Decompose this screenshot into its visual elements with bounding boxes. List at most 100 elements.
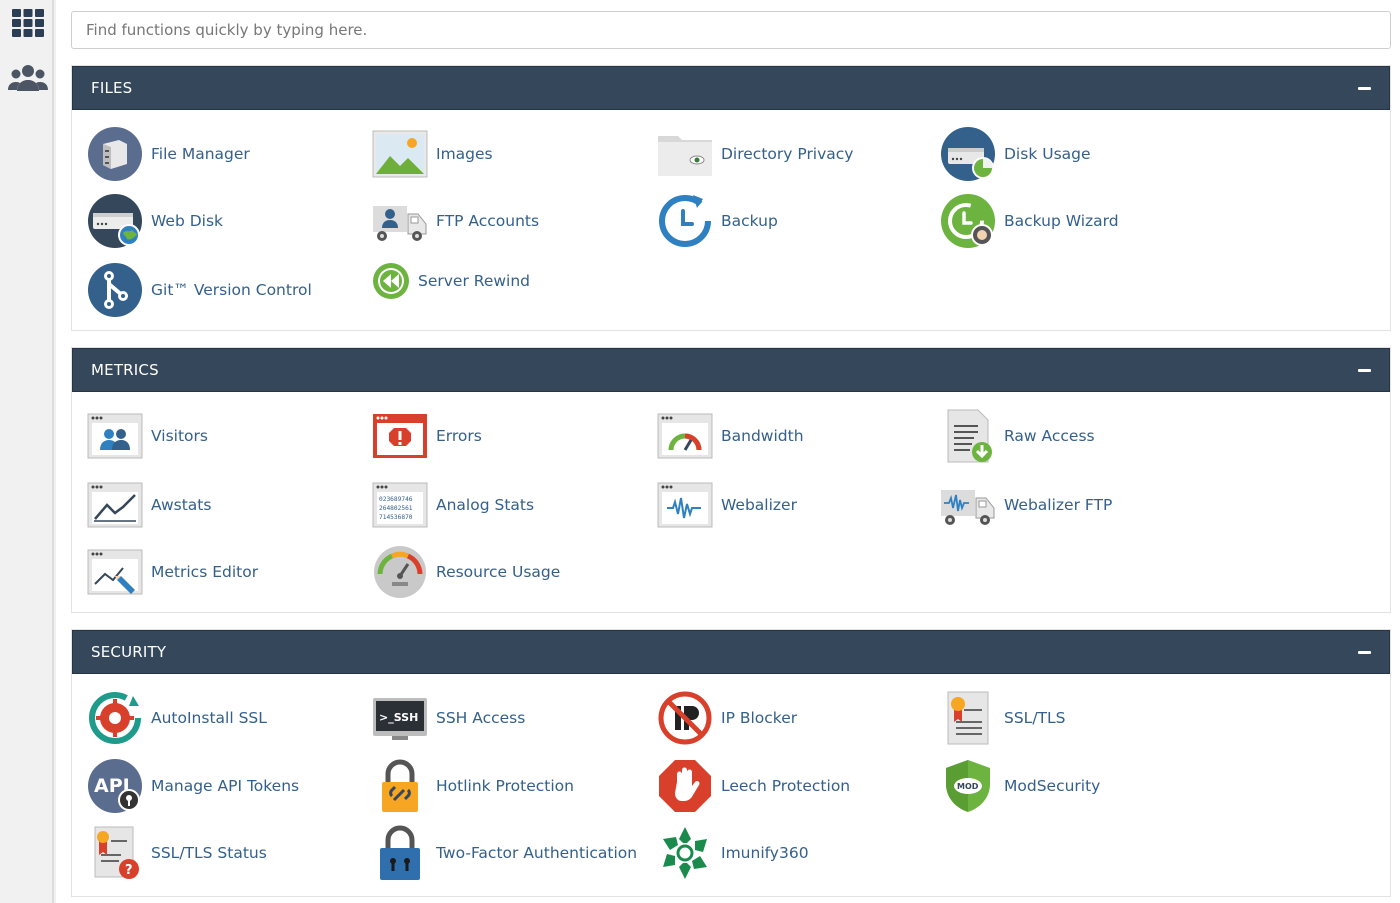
ssl-tls-status-icon: ?	[87, 825, 143, 881]
collapse-icon[interactable]	[1357, 81, 1371, 95]
item-leech-protection[interactable]: Leech Protection	[657, 758, 850, 814]
visitors-icon	[87, 408, 143, 464]
item-backup[interactable]: Backup	[657, 193, 778, 249]
item-label: Webalizer	[721, 496, 797, 514]
server-rewind-icon	[372, 253, 410, 309]
item-label: Errors	[436, 427, 482, 445]
item-label: File Manager	[151, 145, 250, 163]
file-manager-icon	[87, 126, 143, 182]
git-icon	[87, 262, 143, 318]
item-analog-stats[interactable]: 023689746 264802561 714536870 Analog Sta…	[372, 477, 534, 533]
svg-text:?: ?	[125, 863, 133, 878]
ssh-icon-text: >_SSH	[379, 711, 418, 724]
analog-line-1: 023689746	[379, 496, 413, 503]
mod-icon-text: MOD	[957, 782, 979, 791]
files-group: FILES File Manager Images Directory Priv…	[71, 65, 1391, 331]
item-label: Raw Access	[1004, 427, 1095, 445]
item-label: Manage API Tokens	[151, 777, 300, 795]
ip-blocker-icon	[657, 690, 713, 746]
main-content: FILES File Manager Images Directory Priv…	[56, 0, 1400, 903]
item-web-disk[interactable]: Web Disk	[87, 193, 223, 249]
item-errors[interactable]: Errors	[372, 408, 482, 464]
modsecurity-icon: MOD	[940, 758, 996, 814]
item-label: Server Rewind	[418, 272, 531, 290]
item-ssh-access[interactable]: >_SSH SSH Access	[372, 690, 525, 746]
item-git-version-control[interactable]: Git™ Version Control	[87, 262, 312, 318]
item-two-factor-authentication[interactable]: Two-Factor Authentication	[372, 825, 637, 881]
web-disk-icon	[87, 193, 143, 249]
item-server-rewind[interactable]: Server Rewind	[372, 253, 530, 309]
directory-privacy-icon	[657, 126, 713, 182]
item-webalizer[interactable]: Webalizer	[657, 477, 797, 533]
files-group-header[interactable]: FILES	[72, 66, 1390, 110]
metrics-group: METRICS Visitors Errors Bandwidth Raw Ac…	[71, 347, 1391, 613]
item-raw-access[interactable]: Raw Access	[940, 408, 1095, 464]
item-label: Resource Usage	[436, 563, 561, 581]
item-visitors[interactable]: Visitors	[87, 408, 208, 464]
item-bandwidth[interactable]: Bandwidth	[657, 408, 804, 464]
security-group: SECURITY AutoInstall SSL >_SSH SSH Acces…	[71, 629, 1391, 897]
search-input[interactable]	[71, 11, 1391, 49]
item-disk-usage[interactable]: Disk Usage	[940, 126, 1091, 182]
item-ip-blocker[interactable]: IP Blocker	[657, 690, 797, 746]
item-label: Web Disk	[151, 212, 224, 230]
item-label: Two-Factor Authentication	[436, 844, 638, 862]
item-awstats[interactable]: Awstats	[87, 477, 211, 533]
item-label: Directory Privacy	[721, 145, 854, 163]
backup-wizard-icon	[940, 193, 996, 249]
item-label: Visitors	[151, 427, 208, 445]
webalizer-ftp-icon	[940, 477, 996, 533]
item-images[interactable]: Images	[372, 126, 493, 182]
item-label: Analog Stats	[436, 496, 535, 514]
item-file-manager[interactable]: File Manager	[87, 126, 250, 182]
autoinstall-ssl-icon	[87, 690, 143, 746]
ssl-tls-icon	[940, 690, 996, 746]
disk-usage-icon	[940, 126, 996, 182]
ftp-accounts-icon	[372, 193, 428, 249]
item-manage-api-tokens[interactable]: API Manage API Tokens	[87, 758, 299, 814]
item-webalizer-ftp[interactable]: Webalizer FTP	[940, 477, 1112, 533]
apps-grid-icon[interactable]	[8, 5, 48, 41]
leech-protection-icon	[657, 758, 713, 814]
item-autoinstall-ssl[interactable]: AutoInstall SSL	[87, 690, 267, 746]
item-metrics-editor[interactable]: Metrics Editor	[87, 544, 258, 600]
item-label: FTP Accounts	[436, 212, 540, 230]
item-label: Leech Protection	[721, 777, 851, 795]
collapse-icon[interactable]	[1357, 645, 1371, 659]
metrics-group-header[interactable]: METRICS	[72, 348, 1390, 392]
item-label: SSL/TLS Status	[151, 844, 267, 862]
webalizer-icon	[657, 477, 713, 533]
group-title: METRICS	[91, 361, 159, 379]
images-icon	[372, 126, 428, 182]
item-directory-privacy[interactable]: Directory Privacy	[657, 126, 853, 182]
users-icon[interactable]	[8, 60, 48, 96]
item-label: Git™ Version Control	[151, 281, 312, 299]
item-label: IP Blocker	[721, 709, 798, 727]
group-title: FILES	[91, 79, 133, 97]
item-label: ModSecurity	[1004, 777, 1101, 795]
security-group-header[interactable]: SECURITY	[72, 630, 1390, 674]
bandwidth-icon	[657, 408, 713, 464]
item-label: SSH Access	[436, 709, 526, 727]
item-hotlink-protection[interactable]: Hotlink Protection	[372, 758, 574, 814]
item-ssl-tls-status[interactable]: ? SSL/TLS Status	[87, 825, 267, 881]
item-label: Imunify360	[721, 844, 809, 862]
item-label: Webalizer FTP	[1004, 496, 1113, 514]
item-resource-usage[interactable]: Resource Usage	[372, 544, 560, 600]
backup-icon	[657, 193, 713, 249]
item-backup-wizard[interactable]: Backup Wizard	[940, 193, 1119, 249]
raw-access-icon	[940, 408, 996, 464]
api-tokens-icon: API	[87, 758, 143, 814]
analog-stats-icon: 023689746 264802561 714536870	[372, 477, 428, 533]
item-ssl-tls[interactable]: SSL/TLS	[940, 690, 1065, 746]
hotlink-protection-icon	[372, 758, 428, 814]
item-label: Bandwidth	[721, 427, 804, 445]
item-ftp-accounts[interactable]: FTP Accounts	[372, 193, 539, 249]
imunify360-icon	[657, 825, 713, 881]
item-modsecurity[interactable]: MOD ModSecurity	[940, 758, 1100, 814]
collapse-icon[interactable]	[1357, 363, 1371, 377]
analog-line-2: 264802561	[379, 505, 413, 512]
item-imunify360[interactable]: Imunify360	[657, 825, 809, 881]
metrics-editor-icon	[87, 544, 143, 600]
item-label: Hotlink Protection	[436, 777, 574, 795]
